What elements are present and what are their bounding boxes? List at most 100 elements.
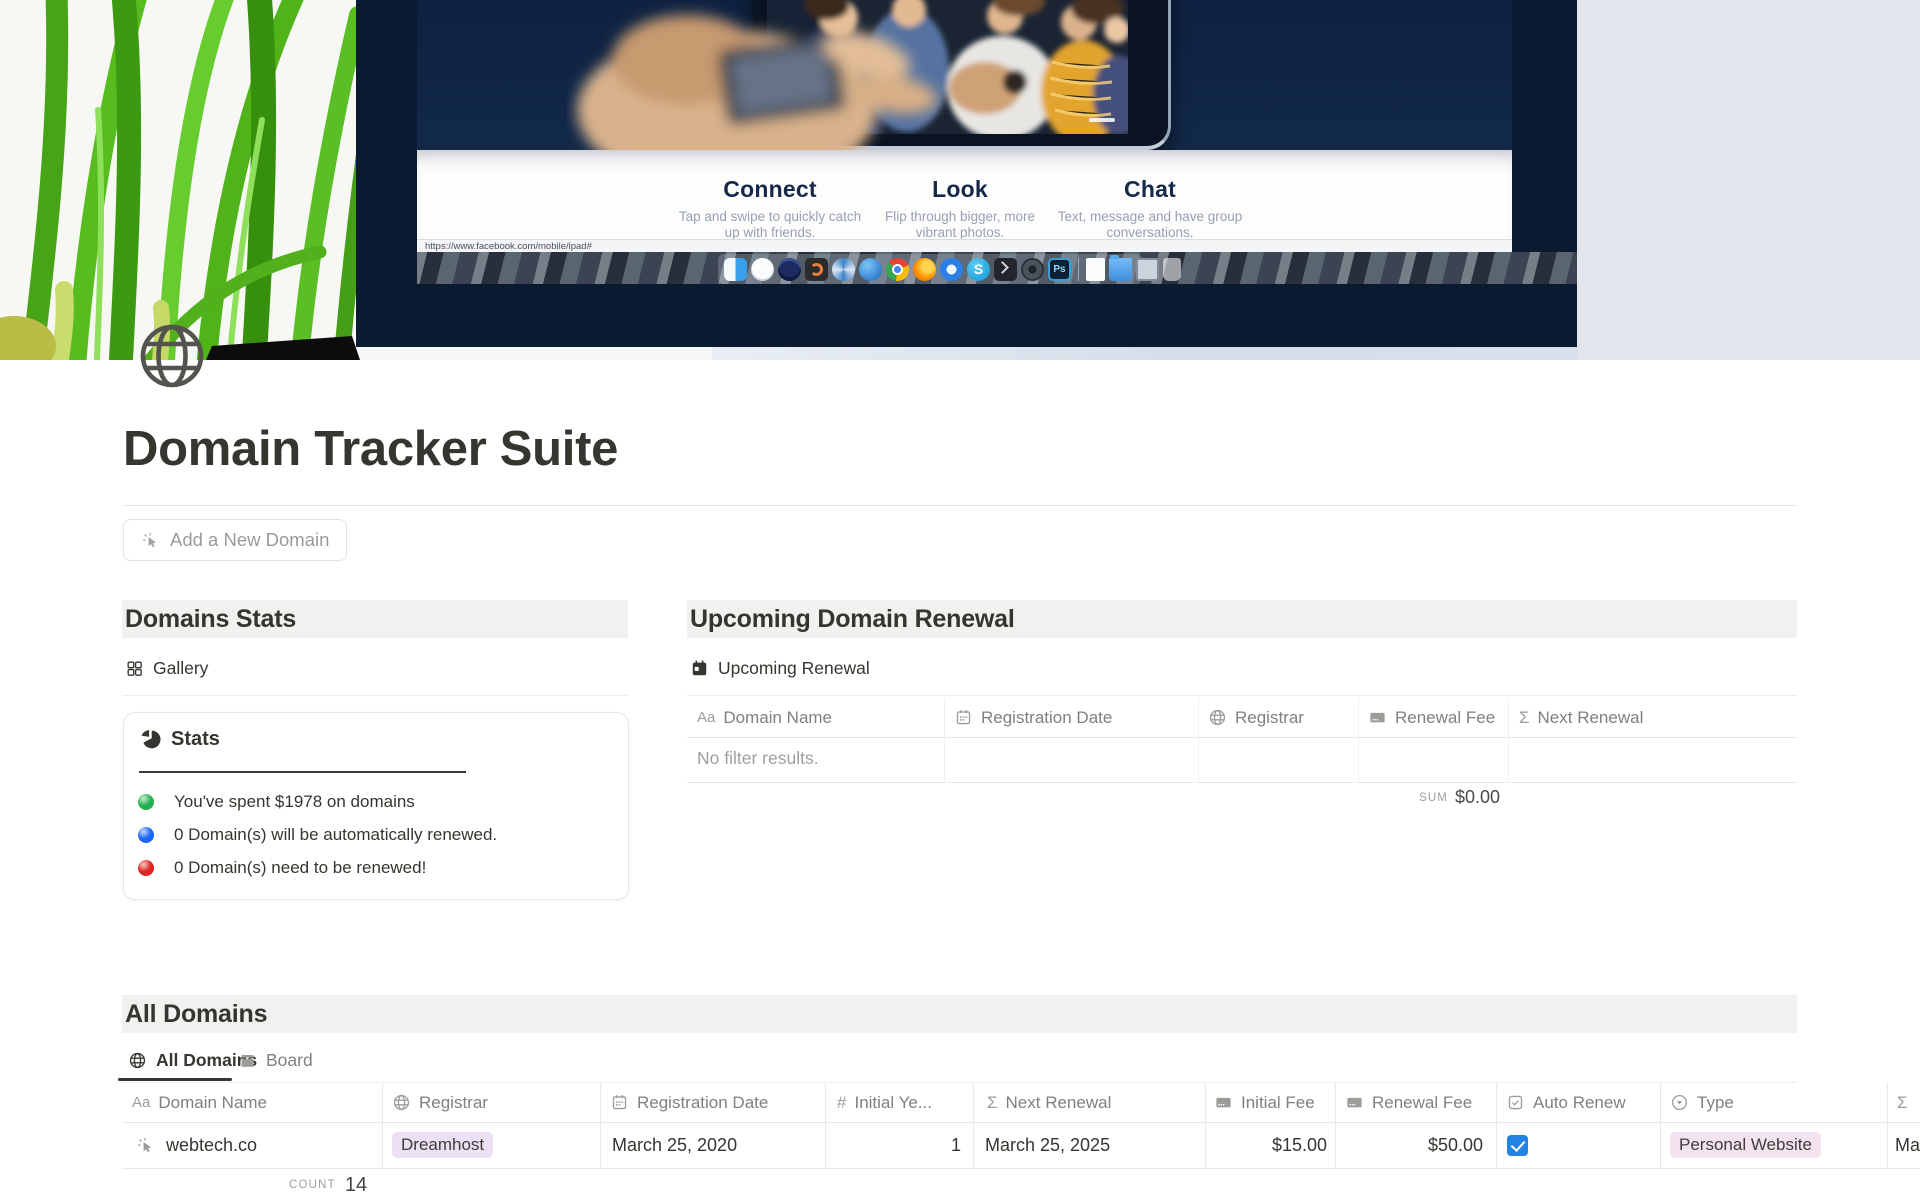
cursor-click-icon xyxy=(141,531,160,550)
sum-label: SUM xyxy=(1419,792,1448,804)
tab-upcoming-renewal[interactable]: Upcoming Renewal xyxy=(690,652,870,684)
column-next-renewal[interactable]: ΣNext Renewal xyxy=(987,1083,1192,1122)
card-icon xyxy=(1345,1093,1364,1112)
column-domain-name[interactable]: AaDomain Name xyxy=(132,1083,372,1122)
add-new-domain-label: Add a New Domain xyxy=(170,529,329,551)
sublime-icon xyxy=(805,258,828,281)
card-icon xyxy=(1214,1093,1233,1112)
chrome-icon xyxy=(886,258,909,281)
auto-renew-checkbox[interactable] xyxy=(1507,1135,1528,1156)
globe-icon[interactable] xyxy=(137,321,207,391)
blue-dot-icon xyxy=(138,827,154,843)
sigma-icon: Σ xyxy=(987,1094,998,1111)
calendar-icon xyxy=(690,659,709,678)
cell-initial-years[interactable]: 1 xyxy=(825,1122,961,1168)
upcoming-col-registration-date[interactable]: Registration Date xyxy=(954,698,1112,737)
count-value: 14 xyxy=(345,1174,367,1196)
hero-chat: Chat Text, message and have groupconvers… xyxy=(1010,176,1290,241)
column-registrar[interactable]: Registrar xyxy=(392,1083,588,1122)
display-icon xyxy=(1136,258,1159,281)
pie-chart-icon xyxy=(140,729,161,750)
skype-icon: S xyxy=(967,258,990,281)
count-calculation[interactable]: COUNT 14 xyxy=(289,1174,367,1197)
sigma-icon: Σ xyxy=(1519,709,1530,726)
launchpad-icon xyxy=(751,258,774,281)
hash-icon: # xyxy=(837,1094,846,1111)
green-dot-icon xyxy=(138,794,154,810)
upcoming-col-domain-name[interactable]: Aa Domain Name xyxy=(697,698,832,737)
upcoming-renewal-heading: Upcoming Domain Renewal xyxy=(687,600,1797,638)
text-icon: Aa xyxy=(132,1095,150,1110)
gallery-icon xyxy=(125,659,144,678)
checkbox-icon xyxy=(1506,1093,1525,1112)
cell-next-renewal[interactable]: March 25, 2025 xyxy=(985,1122,1195,1168)
photoshop-icon: Ps xyxy=(1048,258,1071,281)
plant-image xyxy=(0,0,360,360)
no-filter-results-text: No filter results. xyxy=(697,748,819,769)
sum-calculation[interactable]: SUM $0.00 xyxy=(1358,787,1500,808)
column-auto-renew[interactable]: Auto Renew xyxy=(1506,1083,1651,1122)
select-icon xyxy=(1670,1093,1689,1112)
terminal-icon xyxy=(994,258,1017,281)
stats-divider-line xyxy=(139,771,466,773)
upcoming-col-renewal-fee[interactable]: Renewal Fee xyxy=(1368,698,1495,737)
board-icon xyxy=(238,1051,257,1070)
hand-phone-image xyxy=(567,0,947,165)
stats-card-title: Stats xyxy=(140,728,220,751)
tab-gallery[interactable]: Gallery xyxy=(125,652,208,684)
cell-sum-truncated[interactable]: Ma xyxy=(1895,1122,1920,1168)
browser-status-bar: https://www.facebook.com/mobile/ipad# xyxy=(417,239,1512,253)
add-new-domain-button[interactable]: Add a New Domain xyxy=(123,519,347,561)
globe-icon xyxy=(392,1093,411,1112)
cell-type[interactable]: Personal Website xyxy=(1670,1122,1880,1168)
sigma-icon: Σ xyxy=(1897,1094,1908,1111)
all-domains-heading: All Domains xyxy=(122,995,1797,1033)
folder-icon xyxy=(1109,258,1132,281)
upcoming-col-next-renewal[interactable]: Σ Next Renewal xyxy=(1519,698,1643,737)
title-divider xyxy=(123,505,1797,506)
card-icon xyxy=(1368,708,1387,727)
dock-separator xyxy=(1078,257,1079,281)
cursor-click-icon xyxy=(136,1136,155,1155)
cell-registrar[interactable]: Dreamhost xyxy=(392,1122,588,1168)
column-initial-fee[interactable]: Initial Fee xyxy=(1214,1083,1326,1122)
stat-item-spent: You've spent $1978 on domains xyxy=(138,792,415,812)
thunderbird-icon xyxy=(859,258,882,281)
column-renewal-fee[interactable]: Renewal Fee xyxy=(1345,1083,1487,1122)
text-icon: Aa xyxy=(697,710,715,725)
calendar-icon xyxy=(610,1093,629,1112)
cover-image: Connect Tap and swipe to quickly catchup… xyxy=(0,0,1920,360)
cell-domain-name[interactable]: webtech.co xyxy=(136,1122,372,1168)
column-initial-years[interactable]: #Initial Ye... xyxy=(837,1083,965,1122)
sum-value: $0.00 xyxy=(1455,787,1500,807)
wall-background xyxy=(1577,0,1920,360)
cell-registration-date[interactable]: March 25, 2020 xyxy=(612,1122,812,1168)
count-label: COUNT xyxy=(289,1179,336,1191)
cell-auto-renew[interactable] xyxy=(1507,1122,1647,1168)
cell-renewal-fee[interactable]: $50.00 xyxy=(1335,1122,1483,1168)
safari-icon xyxy=(940,258,963,281)
red-dot-icon xyxy=(138,860,154,876)
disk-icon xyxy=(832,258,855,281)
eclipse-icon xyxy=(778,258,801,281)
globe-icon xyxy=(128,1051,147,1070)
browser-window: Connect Tap and swipe to quickly catchup… xyxy=(417,0,1512,252)
trash-icon xyxy=(1163,258,1181,281)
stat-item-auto-renew: 0 Domain(s) will be automatically renewe… xyxy=(138,825,497,845)
calendar-icon xyxy=(954,708,973,727)
stats-card[interactable]: Stats You've spent $1978 on domains 0 Do… xyxy=(123,712,629,900)
settings-icon xyxy=(1021,258,1044,281)
domains-stats-heading: Domains Stats xyxy=(122,600,628,638)
browser-url-text: https://www.facebook.com/mobile/ipad# xyxy=(425,241,592,252)
hero-chat-title: Chat xyxy=(1010,176,1290,203)
column-sum[interactable]: Σ xyxy=(1897,1083,1920,1122)
type-pill: Personal Website xyxy=(1670,1132,1821,1158)
monitor-screen: Connect Tap and swipe to quickly catchup… xyxy=(356,0,1577,347)
cell-initial-fee[interactable]: $15.00 xyxy=(1205,1122,1327,1168)
tab-board[interactable]: Board xyxy=(238,1044,313,1076)
upcoming-col-registrar[interactable]: Registrar xyxy=(1208,698,1304,737)
column-type[interactable]: Type xyxy=(1670,1083,1878,1122)
registrar-pill: Dreamhost xyxy=(392,1132,493,1158)
column-registration-date[interactable]: Registration Date xyxy=(610,1083,815,1122)
page-title[interactable]: Domain Tracker Suite xyxy=(123,420,618,478)
